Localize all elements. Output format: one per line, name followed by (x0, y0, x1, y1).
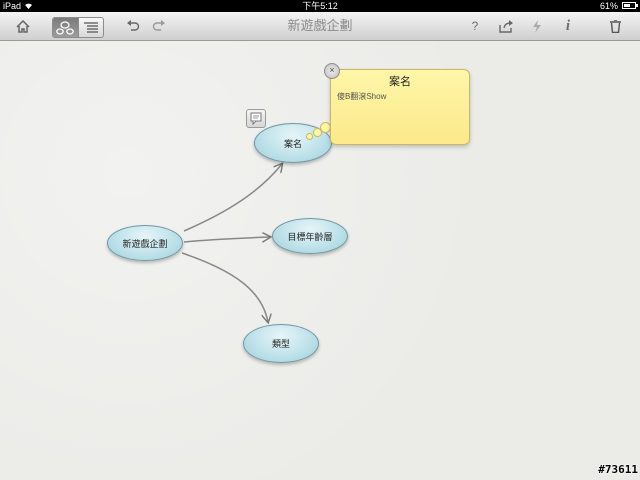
share-icon (499, 19, 513, 33)
battery-percentage: 61% (599, 1, 618, 11)
note-tail-small (306, 133, 313, 140)
mindmap-view-button[interactable] (53, 18, 78, 37)
help-button[interactable]: ? (468, 16, 482, 36)
mindmap-canvas[interactable]: 新遊戲企劃 案名 目標年齡層 類型 案名 傻B翻滾Show × (0, 41, 640, 480)
undo-button[interactable] (124, 16, 142, 36)
connection-to-案名 (183, 164, 282, 232)
outline-view-button[interactable] (77, 18, 104, 37)
undo-icon (127, 20, 140, 31)
mindmap-view-icon (56, 20, 75, 35)
status-time: 下午5:12 (302, 1, 338, 11)
info-button[interactable]: i (562, 16, 574, 36)
view-mode-switch[interactable] (52, 17, 104, 38)
redo-button[interactable] (150, 16, 168, 36)
note-card[interactable]: 案名 傻B翻滾Show (330, 69, 470, 145)
connection-to-類型 (181, 252, 268, 322)
home-button[interactable] (14, 16, 32, 36)
note-close-button[interactable]: × (324, 63, 340, 79)
node-root[interactable]: 新遊戲企劃 (107, 225, 183, 261)
lightning-icon (533, 19, 541, 33)
note-icon (250, 112, 262, 126)
note-button[interactable] (246, 109, 266, 128)
lightning-button[interactable] (530, 16, 544, 36)
connection-to-目標年齡層 (183, 237, 270, 243)
connections (181, 41, 640, 480)
node-目標年齡層[interactable]: 目標年齡層 (272, 218, 348, 254)
home-icon (16, 19, 30, 33)
share-button[interactable] (496, 16, 516, 36)
outline-view-icon (83, 21, 98, 33)
battery-icon (622, 2, 638, 9)
status-bar: iPad 下午5:12 61% (0, 0, 640, 12)
note-body[interactable]: 傻B翻滾Show (337, 91, 386, 102)
trash-button[interactable] (608, 16, 622, 36)
redo-icon (152, 20, 165, 31)
toolbar: 新遊戲企劃 ? i (0, 12, 640, 41)
note-title: 案名 (389, 76, 411, 88)
trash-icon (609, 19, 621, 33)
watermark: #73611 (598, 463, 638, 476)
node-類型[interactable]: 類型 (243, 324, 319, 363)
battery-fill (624, 4, 630, 7)
